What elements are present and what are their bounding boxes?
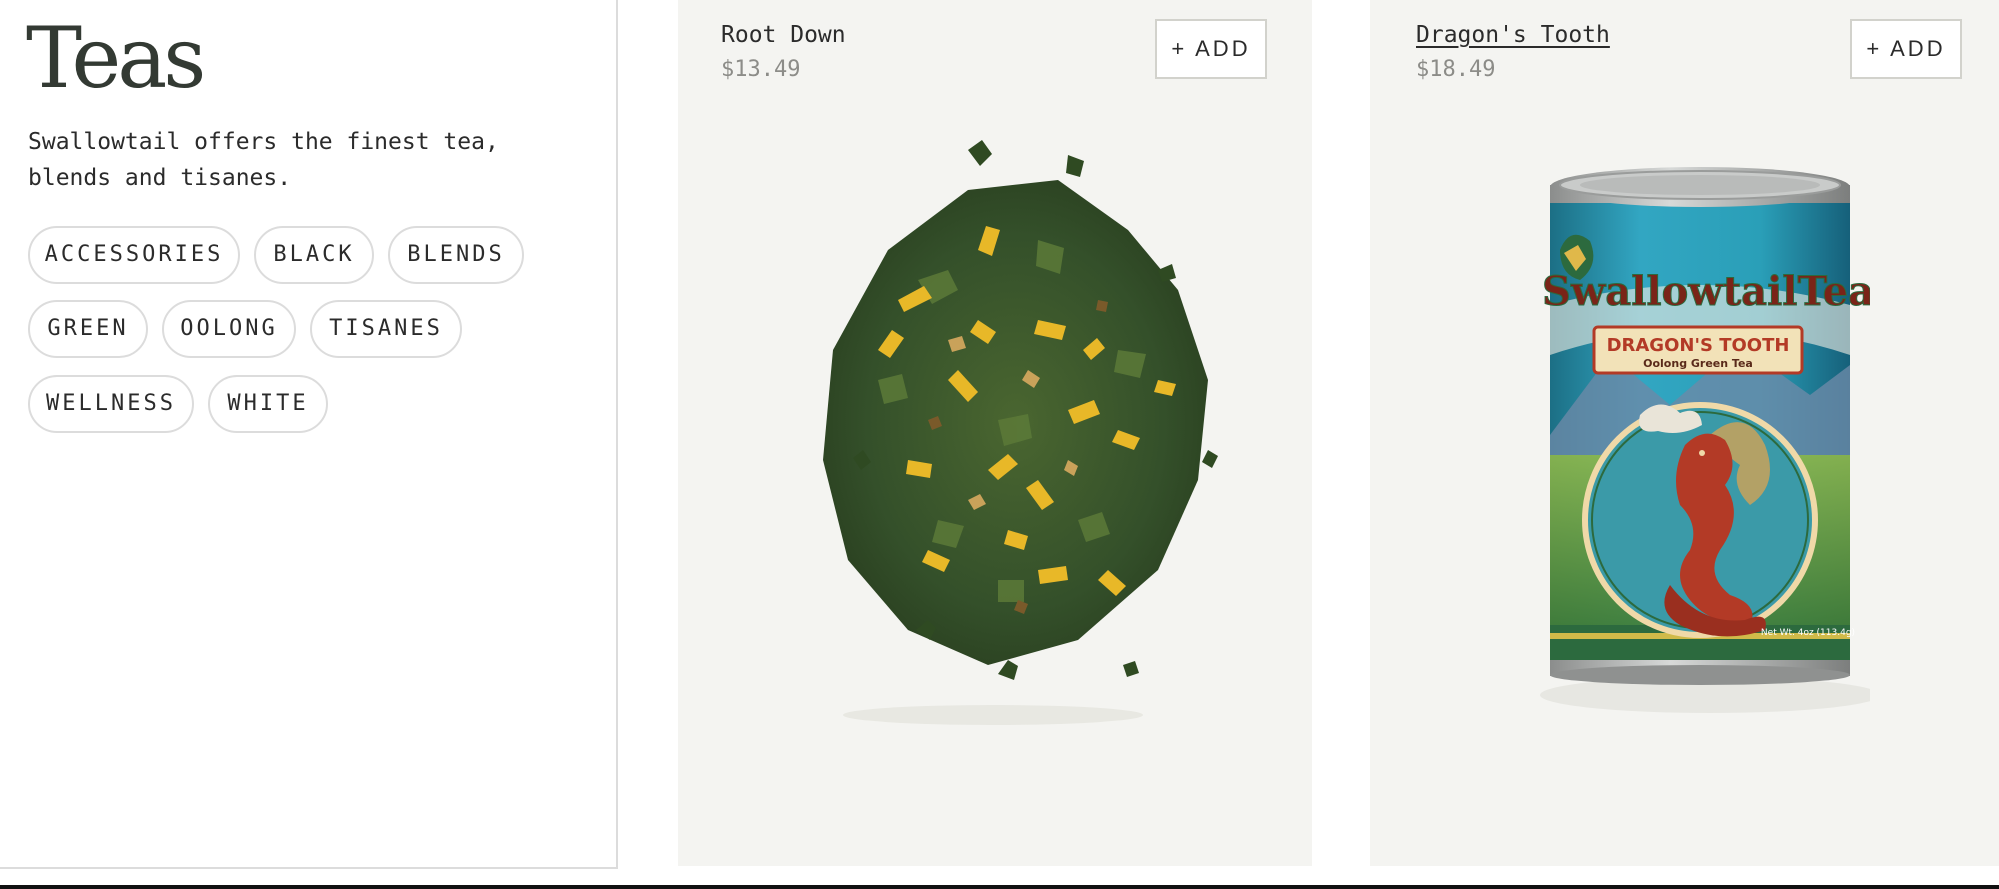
product-card-dragons-tooth[interactable]: Dragon's Tooth $18.49 + ADD SwallowtailT… bbox=[1370, 0, 1999, 866]
svg-text:Oolong Green Tea: Oolong Green Tea bbox=[1643, 357, 1753, 370]
product-price: $13.49 bbox=[721, 57, 801, 82]
category-sidebar: Teas Swallowtail offers the finest tea, … bbox=[0, 0, 618, 869]
svg-text:DRAGON'S TOOTH: DRAGON'S TOOTH bbox=[1607, 335, 1790, 356]
loose-leaf-tea-pile-image[interactable] bbox=[738, 120, 1248, 740]
category-chip-black[interactable]: BLACK bbox=[254, 226, 374, 284]
svg-text:SwallowtailTea: SwallowtailTea bbox=[1542, 268, 1870, 315]
category-chip-oolong[interactable]: OOLONG bbox=[162, 300, 296, 358]
product-card-root-down[interactable]: Root Down $13.49 + ADD bbox=[678, 0, 1312, 866]
category-chip-accessories[interactable]: ACCESSORIES bbox=[28, 226, 240, 284]
category-chip-tisanes[interactable]: TISANES bbox=[310, 300, 462, 358]
category-chip-wellness[interactable]: WELLNESS bbox=[28, 375, 194, 433]
category-chip-white[interactable]: WHITE bbox=[208, 375, 328, 433]
category-chip-green[interactable]: GREEN bbox=[28, 300, 148, 358]
product-price: $18.49 bbox=[1416, 57, 1496, 82]
tea-tin-image[interactable]: SwallowtailTea DRAGON'S TOOTH Oolong Gre… bbox=[1530, 155, 1870, 715]
page-description: Swallowtail offers the finest tea, blend… bbox=[28, 129, 499, 191]
page-title: Teas bbox=[26, 9, 206, 107]
product-name-link[interactable]: Dragon's Tooth bbox=[1416, 22, 1610, 48]
add-to-cart-button[interactable]: + ADD bbox=[1155, 19, 1267, 79]
add-to-cart-button[interactable]: + ADD bbox=[1850, 19, 1962, 79]
svg-text:Net Wt. 4oz (113.4g): Net Wt. 4oz (113.4g) bbox=[1761, 628, 1855, 638]
bottom-edge-bar bbox=[0, 885, 1999, 889]
product-name[interactable]: Root Down bbox=[721, 22, 846, 48]
category-chip-blends[interactable]: BLENDS bbox=[388, 226, 524, 284]
